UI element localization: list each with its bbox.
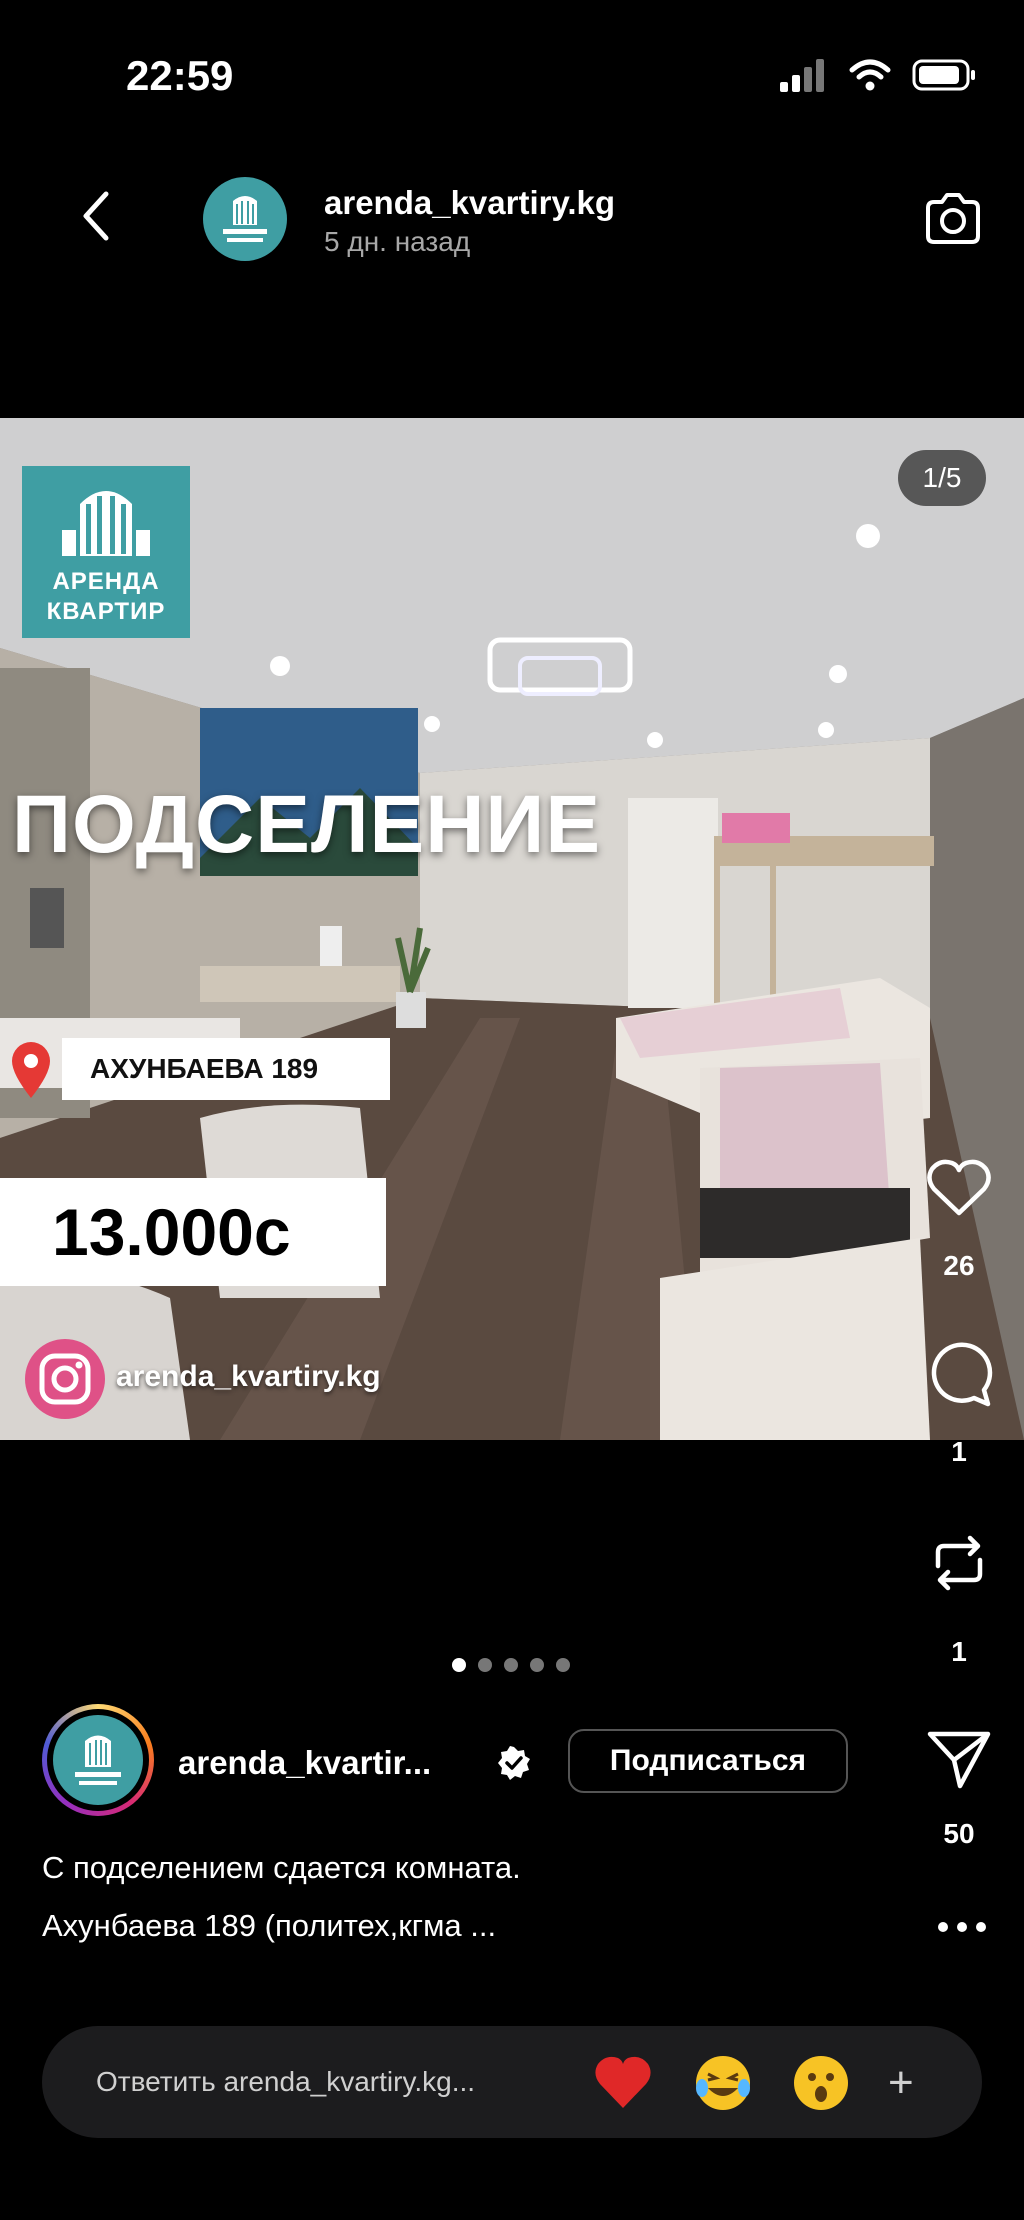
carousel-dot [478,1658,492,1672]
back-chevron-icon[interactable] [70,188,126,244]
add-reaction-icon[interactable]: + [888,2058,914,2108]
likes-count: 26 [943,1250,975,1281]
verified-badge-icon [498,1746,530,1780]
repost-icon[interactable] [924,1528,994,1598]
status-icons [778,58,978,92]
author-username[interactable]: arenda_kvartir... [178,1744,431,1782]
slide-counter: 1/5 [898,450,986,506]
instagram-icon [25,1339,105,1419]
brand-logo-icon [203,177,287,261]
carousel-dot [530,1658,544,1672]
laughing-emoji-icon[interactable] [692,2052,754,2114]
heart-icon[interactable] [924,1153,994,1223]
comment-icon[interactable] [924,1340,994,1410]
carousel-dot [504,1658,518,1672]
brand-line-1: АРЕНДА [52,568,160,595]
header-time-ago: 5 дн. назад [324,226,471,257]
watermark-handle: arenda_kvartiry.kg [116,1360,381,1393]
surprised-emoji-icon[interactable] [790,2052,852,2114]
caption-line-1: С подселением сдается комната. [42,1850,521,1885]
shares-count: 50 [943,1818,975,1849]
carousel-dots [452,1658,570,1672]
price-label: 13.000с [0,1178,386,1286]
status-time: 22:59 [126,52,234,99]
reply-input[interactable]: Ответить arenda_kvartiry.kg... [96,2066,475,2098]
brand-logo-icon [53,1715,143,1805]
battery-icon [912,59,975,91]
wifi-icon [849,59,891,91]
author-avatar[interactable] [42,1704,154,1816]
cellular-signal-icon [780,59,824,92]
post-image[interactable]: 1/5 АРЕНДА КВАРТИР ПОДСЕЛЕНИЕ АХУНБАЕВА … [0,418,1024,1440]
header-avatar[interactable] [203,177,287,261]
address-label: АХУНБАЕВА 189 [62,1038,390,1100]
brand-line-2: КВАРТИР [46,598,166,625]
follow-button[interactable]: Подписаться [568,1729,848,1793]
carousel-dot [452,1658,466,1672]
brand-logo: АРЕНДА КВАРТИР [22,466,190,638]
share-icon[interactable] [924,1724,994,1794]
caption-line-2[interactable]: Ахунбаева 189 (политех,кгма ... [42,1908,496,1944]
carousel-dot [556,1658,570,1672]
post-headline: ПОДСЕЛЕНИЕ [12,779,602,870]
camera-icon[interactable] [920,186,986,252]
comments-count: 1 [951,1436,967,1467]
header-username[interactable]: arenda_kvartiry.kg [324,184,615,222]
building-icon [62,491,150,556]
more-options-icon[interactable] [936,1920,988,1934]
heart-emoji-icon[interactable] [592,2052,654,2114]
reposts-count: 1 [951,1636,967,1667]
location-pin-icon [12,1042,50,1098]
